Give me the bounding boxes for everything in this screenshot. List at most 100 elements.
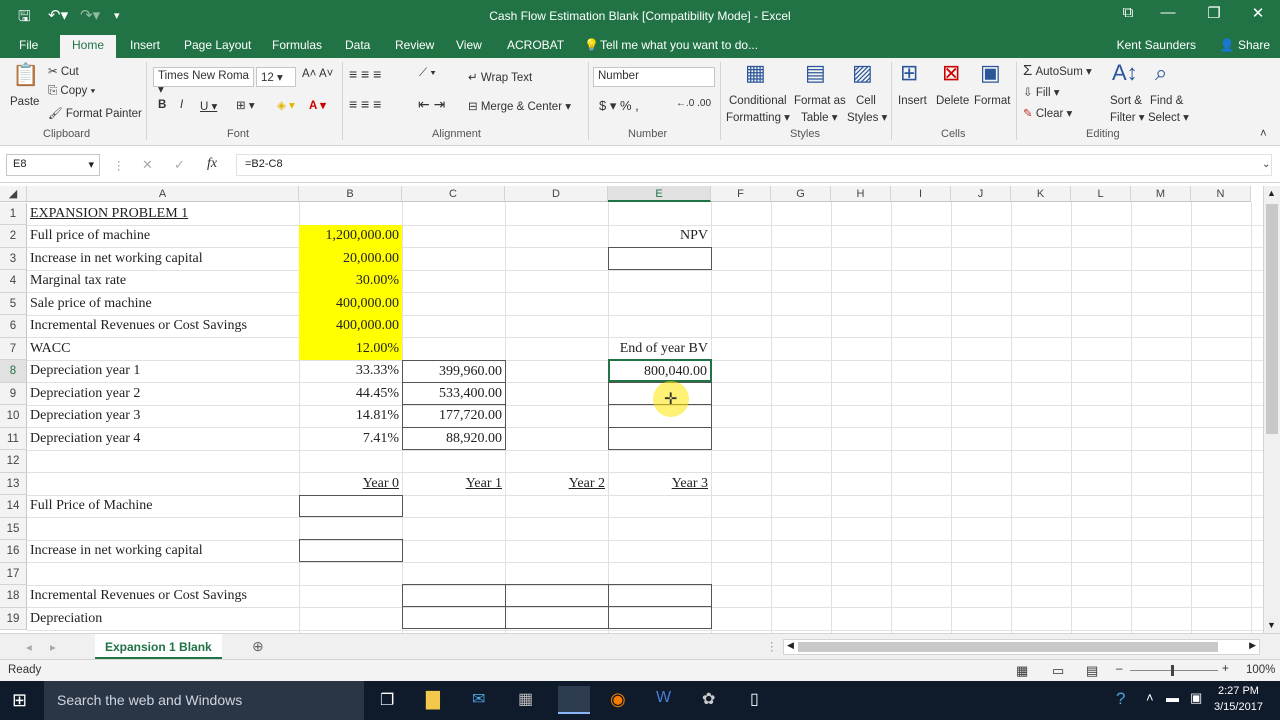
cell-B6[interactable]: 400,000.00 [299, 315, 402, 338]
indent-icons[interactable]: ⇤ ⇥ [418, 96, 445, 113]
splitter-icon[interactable]: ⋮ [766, 639, 778, 653]
cell-A19[interactable]: Depreciation [27, 608, 299, 631]
cell-A10[interactable]: Depreciation year 3 [27, 405, 299, 428]
horizontal-scrollbar[interactable]: ◀ ▶ [783, 639, 1260, 655]
row-header-15[interactable]: 15 [0, 517, 27, 540]
row-header-14[interactable]: 14 [0, 495, 27, 518]
cell-A16[interactable]: Increase in net working capital [27, 540, 299, 563]
col-header-H[interactable]: H [831, 186, 891, 202]
col-header-F[interactable]: F [711, 186, 771, 202]
merge-center-button[interactable]: ⊟ Merge & Center ▾ [468, 99, 571, 113]
scroll-up-icon[interactable]: ▲ [1267, 188, 1276, 198]
cell-E19[interactable] [608, 606, 712, 629]
row-header-4[interactable]: 4 [0, 270, 27, 293]
decimal-icons[interactable]: ←.0 .00 [676, 98, 711, 109]
bold-icon[interactable]: B [158, 99, 166, 111]
tab-formulas[interactable]: Formulas [272, 38, 322, 52]
network-icon[interactable]: ▬ [1166, 690, 1179, 705]
cell-A3[interactable]: Increase in net working capital [27, 248, 299, 271]
worksheet-grid[interactable]: ◢ A B C D E F G H I J K L M N 1 2 3 4 5 … [0, 186, 1263, 633]
cell-E18[interactable] [608, 584, 712, 607]
font-color-icon[interactable]: A ▾ [309, 98, 326, 112]
row-header-8[interactable]: 8 [0, 360, 27, 383]
cell-B13[interactable]: Year 0 [299, 473, 402, 496]
format-cells-button[interactable]: Format [974, 95, 1010, 107]
col-header-N[interactable]: N [1191, 186, 1251, 202]
insert-cells-button[interactable]: Insert [898, 95, 927, 107]
tab-file[interactable]: File [19, 38, 38, 52]
cell-B14[interactable] [299, 495, 403, 517]
sort-filter-icon[interactable]: A↕ [1112, 60, 1138, 86]
orientation-icon[interactable]: ⟋ ▾ [419, 67, 436, 80]
paste-icon[interactable]: 📋 [12, 62, 39, 88]
cell-A9[interactable]: Depreciation year 2 [27, 383, 299, 406]
name-box[interactable]: E8 ▾ [6, 154, 100, 176]
cell-B11[interactable]: 7.41% [299, 428, 402, 451]
help-icon[interactable]: ? [1116, 689, 1125, 709]
cell-A1[interactable]: EXPANSION PROBLEM 1 [27, 203, 299, 226]
row-header-12[interactable]: 12 [0, 450, 27, 473]
select-all-corner[interactable]: ◢ [0, 186, 27, 202]
find-select-button[interactable]: Find & [1150, 95, 1183, 107]
app-icon[interactable]: ✿ [702, 689, 715, 709]
zoom-slider-thumb[interactable] [1171, 665, 1174, 676]
tab-page-layout[interactable]: Page Layout [184, 38, 251, 52]
minimize-icon[interactable]: — [1148, 4, 1188, 26]
tab-data[interactable]: Data [345, 38, 370, 52]
delete-cells-button[interactable]: Delete [936, 95, 969, 107]
zoom-in-icon[interactable]: + [1222, 663, 1229, 675]
row-header-1[interactable]: 1 [0, 202, 27, 225]
zoom-out-icon[interactable]: – [1116, 663, 1122, 675]
row-header-3[interactable]: 3 [0, 247, 27, 270]
page-layout-view-icon[interactable]: ▭ [1052, 663, 1064, 679]
vertical-scrollbar[interactable]: ▲ ▼ [1263, 186, 1280, 633]
format-as-table-label[interactable]: Table ▾ [801, 110, 837, 124]
tab-review[interactable]: Review [395, 38, 434, 52]
sheet-tab-expansion-1[interactable]: Expansion 1 Blank [95, 634, 222, 659]
cell-B8[interactable]: 33.33% [299, 360, 402, 383]
align-top-icons[interactable]: ≡ ≡ ≡ [349, 66, 381, 82]
underline-icon[interactable]: U ▾ [200, 99, 217, 113]
cell-E8-selected[interactable]: 800,040.00 [608, 359, 712, 382]
cell-C19[interactable] [402, 606, 506, 629]
cell-B3[interactable]: 20,000.00 [299, 247, 402, 270]
font-size-combo[interactable]: 12 ▾ [256, 67, 296, 87]
cell-A4[interactable]: Marginal tax rate [27, 270, 299, 293]
col-header-A[interactable]: A [27, 186, 299, 202]
cell-E2[interactable]: NPV [608, 225, 711, 248]
cell-E7[interactable]: End of year BV [608, 338, 711, 361]
cell-C9[interactable]: 533,400.00 [402, 382, 506, 405]
clear-button[interactable]: ✎ Clear ▾ [1023, 106, 1072, 120]
page-break-view-icon[interactable]: ▤ [1086, 663, 1098, 679]
col-header-L[interactable]: L [1071, 186, 1131, 202]
scroll-left-icon[interactable]: ◀ [787, 640, 794, 651]
outlook-icon[interactable]: ✉ [472, 689, 485, 709]
cell-B2[interactable]: 1,200,000.00 [299, 225, 402, 248]
conditional-formatting-button[interactable]: Conditional [729, 95, 787, 107]
collapse-ribbon-icon[interactable]: ˄ [1260, 128, 1267, 140]
tell-me-box[interactable]: Tell me what you want to do... [600, 38, 758, 52]
cell-C8[interactable]: 399,960.00 [402, 360, 506, 383]
row-header-17[interactable]: 17 [0, 562, 27, 585]
cell-B16[interactable] [299, 539, 403, 562]
cell-B4[interactable]: 30.00% [299, 270, 402, 293]
copy-button[interactable]: ⎘ Copy ▾ [48, 85, 95, 98]
col-header-G[interactable]: G [771, 186, 831, 202]
cell-B7[interactable]: 12.00% [299, 337, 402, 360]
col-header-M[interactable]: M [1131, 186, 1191, 202]
cell-E11[interactable] [608, 426, 712, 450]
format-as-table-button[interactable]: Format as [794, 95, 846, 107]
cell-styles-icon[interactable]: ▨ [852, 60, 873, 86]
sort-filter-button[interactable]: Sort & [1110, 95, 1142, 107]
fill-button[interactable]: ⇩ Fill ▾ [1023, 85, 1060, 99]
col-header-D[interactable]: D [505, 186, 608, 202]
row-header-9[interactable]: 9 [0, 382, 27, 405]
normal-view-icon[interactable]: ▦ [1016, 663, 1028, 679]
row-header-13[interactable]: 13 [0, 472, 27, 495]
word-icon[interactable]: W [656, 689, 671, 707]
cell-D13[interactable]: Year 2 [505, 473, 608, 496]
cell-E3[interactable] [608, 246, 712, 270]
col-header-C[interactable]: C [402, 186, 505, 202]
col-header-I[interactable]: I [891, 186, 951, 202]
cell-C11[interactable]: 88,920.00 [402, 426, 506, 450]
